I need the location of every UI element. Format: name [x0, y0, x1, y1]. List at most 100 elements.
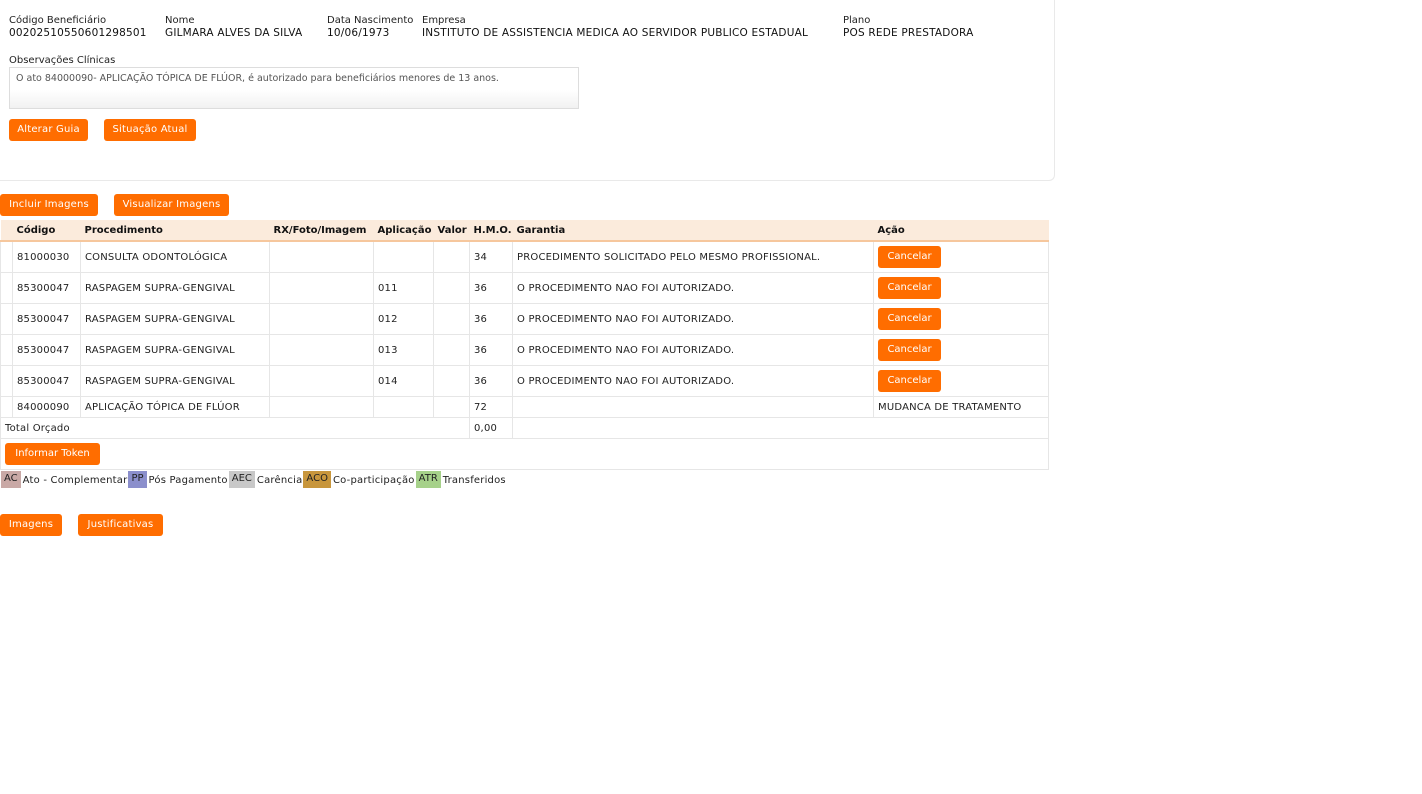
- cancelar-button[interactable]: Cancelar: [878, 339, 941, 361]
- legend-label-atr: Transferidos: [442, 475, 506, 486]
- cell-procedimento: RASPAGEM SUPRA-GENGIVAL: [80, 272, 270, 304]
- visualizar-imagens-button[interactable]: Visualizar Imagens: [114, 194, 229, 216]
- header-valor: Valor: [433, 220, 470, 242]
- codigo-value: 00202510550601298501: [9, 27, 147, 39]
- situacao-atual-button[interactable]: Situação Atual: [104, 119, 196, 141]
- cell-hmo: 36: [469, 365, 513, 397]
- cancelar-button[interactable]: Cancelar: [878, 277, 941, 299]
- plano-value: POS REDE PRESTADORA: [843, 27, 974, 39]
- cell-codigo: 85300047: [12, 272, 81, 304]
- nome-value: GILMARA ALVES DA SILVA: [165, 27, 303, 39]
- field-codigo-beneficiario: Código Beneficiário 00202510550601298501: [9, 15, 147, 39]
- nome-label: Nome: [165, 15, 195, 26]
- cancelar-button[interactable]: Cancelar: [878, 308, 941, 330]
- row-marker: [0, 272, 13, 304]
- cell-aplicacao: 013: [373, 334, 434, 366]
- cell-acao-text: MUDANCA DE TRATAMENTO: [873, 396, 1049, 418]
- header-spacer: [0, 220, 13, 242]
- alterar-guia-button[interactable]: Alterar Guia: [9, 119, 88, 141]
- cell-hmo: 72: [469, 396, 513, 418]
- cell-acao: Cancelar: [873, 334, 1049, 366]
- table-row: 85300047 RASPAGEM SUPRA-GENGIVAL 014 36 …: [0, 365, 1049, 397]
- beneficiary-panel: Código Beneficiário 00202510550601298501…: [0, 0, 1055, 181]
- imagens-button[interactable]: Imagens: [0, 514, 62, 536]
- total-spacer: [512, 417, 1049, 439]
- cell-garantia: O PROCEDIMENTO NAO FOI AUTORIZADO.: [512, 272, 874, 304]
- cell-hmo: 36: [469, 272, 513, 304]
- nascimento-label: Data Nascimento: [327, 15, 414, 26]
- row-marker: [0, 241, 13, 273]
- cell-hmo: 36: [469, 334, 513, 366]
- cell-garantia: O PROCEDIMENTO NAO FOI AUTORIZADO.: [512, 365, 874, 397]
- plano-label: Plano: [843, 15, 871, 26]
- cell-codigo: 85300047: [12, 334, 81, 366]
- header-procedimento: Procedimento: [80, 220, 270, 242]
- cell-valor: [433, 396, 470, 418]
- legend-swatch-atr: ATR: [415, 471, 441, 488]
- cell-acao: Cancelar: [873, 272, 1049, 304]
- table-row: 85300047 RASPAGEM SUPRA-GENGIVAL 013 36 …: [0, 334, 1049, 366]
- field-plano: Plano POS REDE PRESTADORA: [843, 15, 974, 39]
- informar-token-button[interactable]: Informar Token: [5, 443, 100, 465]
- cell-procedimento: RASPAGEM SUPRA-GENGIVAL: [80, 334, 270, 366]
- cell-garantia: PROCEDIMENTO SOLICITADO PELO MESMO PROFI…: [512, 241, 874, 273]
- cell-hmo: 36: [469, 303, 513, 335]
- cell-aplicacao: 012: [373, 303, 434, 335]
- cancelar-button[interactable]: Cancelar: [878, 370, 941, 392]
- header-hmo: H.M.O.: [469, 220, 513, 242]
- cell-aplicacao: [373, 396, 434, 418]
- observacoes-textarea[interactable]: O ato 84000090- APLICAÇÃO TÓPICA DE FLÚO…: [9, 67, 579, 109]
- cell-valor: [433, 334, 470, 366]
- header-garantia: Garantia: [512, 220, 874, 242]
- cell-codigo: 85300047: [12, 303, 81, 335]
- header-aplicacao: Aplicação: [373, 220, 434, 242]
- justificativas-button[interactable]: Justificativas: [78, 514, 163, 536]
- cell-acao: Cancelar: [873, 303, 1049, 335]
- field-data-nascimento: Data Nascimento 10/06/1973: [327, 15, 413, 39]
- token-cell: Informar Token: [0, 438, 1049, 470]
- empresa-value: INSTITUTO DE ASSISTENCIA MEDICA AO SERVI…: [422, 27, 809, 39]
- header-rx: RX/Foto/Imagem: [269, 220, 374, 242]
- row-marker: [0, 396, 13, 418]
- header-acao: Ação: [873, 220, 1049, 242]
- header-codigo: Código: [12, 220, 81, 242]
- cell-rx: [269, 365, 374, 397]
- cell-rx: [269, 241, 374, 273]
- total-row: Total Orçado 0,00: [0, 417, 1049, 439]
- legend-swatch-aec: AEC: [228, 471, 255, 488]
- cell-rx: [269, 396, 374, 418]
- table-header-row: Código Procedimento RX/Foto/Imagem Aplic…: [0, 220, 1049, 242]
- empresa-label: Empresa: [422, 15, 466, 26]
- cell-rx: [269, 272, 374, 304]
- cell-valor: [433, 303, 470, 335]
- cell-codigo: 81000030: [12, 241, 81, 273]
- legend-label-aec: Carência: [256, 475, 303, 486]
- legend-swatch-pp: PP: [128, 471, 147, 488]
- table-row: 85300047 RASPAGEM SUPRA-GENGIVAL 012 36 …: [0, 303, 1049, 335]
- cell-garantia: O PROCEDIMENTO NAO FOI AUTORIZADO.: [512, 334, 874, 366]
- cell-codigo: 85300047: [12, 365, 81, 397]
- cell-acao: Cancelar: [873, 365, 1049, 397]
- cell-garantia: O PROCEDIMENTO NAO FOI AUTORIZADO.: [512, 303, 874, 335]
- total-value: 0,00: [469, 417, 513, 439]
- legend-swatch-ac: AC: [1, 471, 21, 488]
- cell-valor: [433, 365, 470, 397]
- cell-garantia: [512, 396, 874, 418]
- cell-aplicacao: [373, 241, 434, 273]
- incluir-imagens-button[interactable]: Incluir Imagens: [0, 194, 98, 216]
- procedures-table: Código Procedimento RX/Foto/Imagem Aplic…: [0, 220, 1049, 470]
- cell-rx: [269, 303, 374, 335]
- row-marker: [0, 303, 13, 335]
- cancelar-button[interactable]: Cancelar: [878, 246, 941, 268]
- legend-label-pp: Pós Pagamento: [148, 475, 228, 486]
- cell-procedimento: RASPAGEM SUPRA-GENGIVAL: [80, 365, 270, 397]
- status-legend: AC Ato - Complementar PP Pós Pagamento A…: [1, 471, 507, 488]
- codigo-label: Código Beneficiário: [9, 15, 107, 26]
- cell-acao: Cancelar: [873, 241, 1049, 273]
- cell-procedimento: RASPAGEM SUPRA-GENGIVAL: [80, 303, 270, 335]
- legend-swatch-aco: ACO: [303, 471, 331, 488]
- row-marker: [0, 365, 13, 397]
- total-label: Total Orçado: [0, 417, 470, 439]
- row-marker: [0, 334, 13, 366]
- cell-aplicacao: 011: [373, 272, 434, 304]
